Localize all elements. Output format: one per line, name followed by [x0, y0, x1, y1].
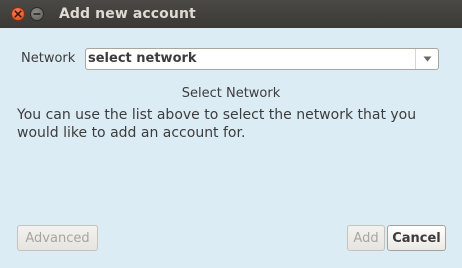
window-title: Add new account — [59, 6, 196, 22]
advanced-button[interactable]: Advanced — [17, 225, 98, 251]
network-select[interactable]: select network — [85, 48, 439, 70]
cancel-button[interactable]: Cancel — [387, 225, 446, 251]
section-heading: Select Network — [181, 86, 281, 101]
close-icon — [14, 10, 22, 18]
title-bar: Add new account — [0, 0, 462, 28]
add-button[interactable]: Add — [347, 225, 385, 251]
description-text: You can use the list above to select the… — [17, 107, 417, 141]
chevron-down-icon — [423, 56, 431, 62]
close-button[interactable] — [11, 7, 25, 21]
add-account-dialog: Add new account Network select network S… — [0, 0, 462, 268]
dropdown-button[interactable] — [415, 49, 438, 69]
minimize-icon — [33, 13, 41, 15]
network-select-value: select network — [88, 51, 197, 66]
network-label: Network — [21, 51, 76, 66]
minimize-button[interactable] — [30, 7, 44, 21]
